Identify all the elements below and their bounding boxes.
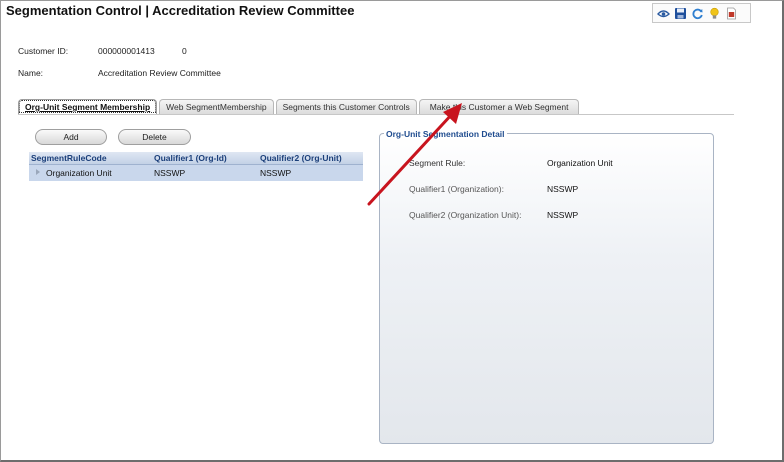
qualifier2-label: Qualifier2 (Organization Unit): [409, 210, 522, 220]
column-header-segment-rule-code[interactable]: SegmentRuleCode [29, 152, 152, 164]
row-expand-icon[interactable] [29, 168, 46, 178]
grid-header: SegmentRuleCode Qualifier1 (Org-Id) Qual… [29, 152, 363, 165]
customer-id-suffix: 0 [182, 46, 187, 56]
cell-qualifier2: NSSWP [260, 168, 292, 178]
column-header-qualifier1[interactable]: Qualifier1 (Org-Id) [152, 152, 258, 164]
lightbulb-icon[interactable] [708, 7, 721, 20]
tab-org-unit-segment-membership[interactable]: Org-Unit Segment Membership [18, 99, 158, 114]
cell-segment-rule: Organization Unit [46, 168, 112, 178]
refresh-icon[interactable] [691, 7, 704, 20]
cell-qualifier1: NSSWP [154, 168, 186, 178]
table-row[interactable]: Organization Unit NSSWP NSSWP [29, 165, 363, 181]
annotation-arrow-icon [367, 103, 462, 206]
toolbar [652, 3, 751, 23]
segmentation-control-window: Segmentation Control | Accreditation Rev… [0, 0, 784, 462]
view-icon[interactable] [657, 7, 670, 20]
customer-id-label: Customer ID: [18, 46, 69, 56]
customer-name-label: Name: [18, 68, 44, 78]
save-icon[interactable] [674, 7, 687, 20]
tab-strip: Org-Unit Segment Membership Web SegmentM… [18, 99, 581, 115]
page-title: Segmentation Control | Accreditation Rev… [6, 3, 355, 18]
qualifier1-value: NSSWP [547, 184, 579, 194]
pdf-icon[interactable] [725, 7, 738, 20]
column-header-qualifier2[interactable]: Qualifier2 (Org-Unit) [258, 152, 363, 164]
segment-grid: SegmentRuleCode Qualifier1 (Org-Id) Qual… [29, 152, 363, 181]
segment-rule-value: Organization Unit [547, 158, 613, 168]
tab-web-segment-membership[interactable]: Web SegmentMembership [159, 99, 274, 114]
add-button[interactable]: Add [35, 129, 107, 145]
customer-name-value: Accreditation Review Committee [98, 68, 221, 78]
delete-button[interactable]: Delete [118, 129, 191, 145]
customer-id-value: 000000001413 [98, 46, 155, 56]
qualifier2-value: NSSWP [547, 210, 579, 220]
